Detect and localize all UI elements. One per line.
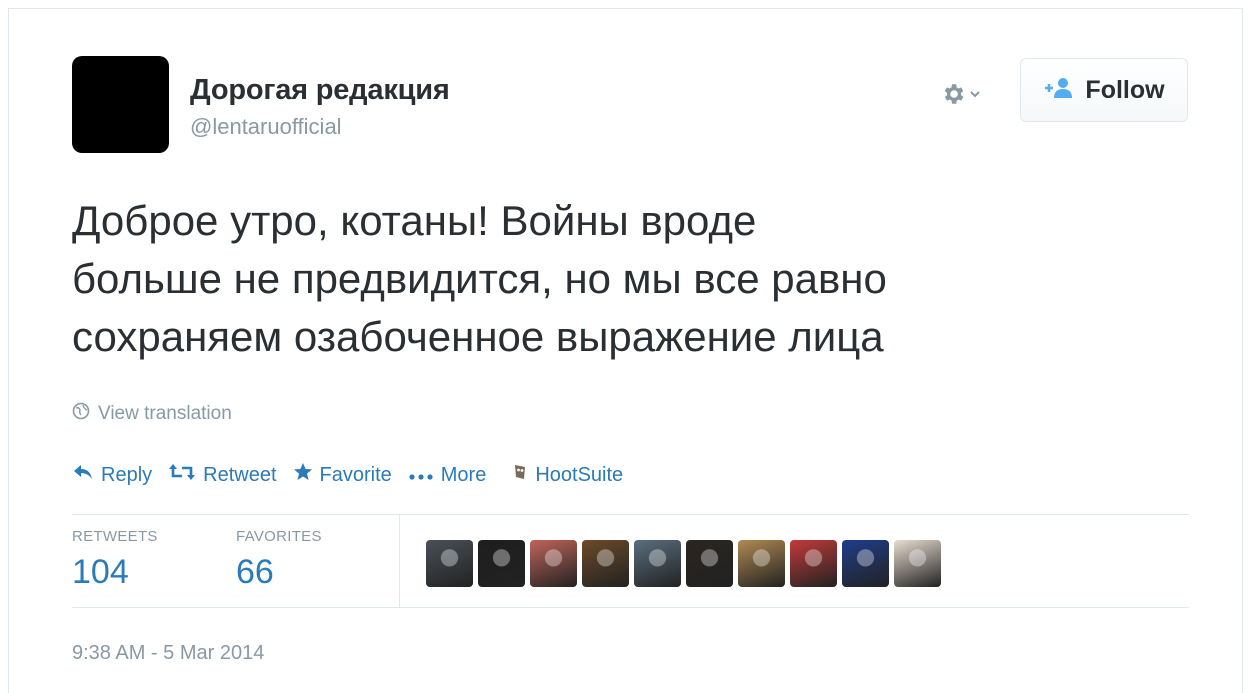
follow-button-label: Follow xyxy=(1085,75,1165,104)
more-action[interactable]: More xyxy=(408,463,487,487)
hootsuite-action[interactable]: HootSuite xyxy=(512,463,623,487)
author-handle[interactable]: @lentaruofficial xyxy=(190,114,342,140)
retweets-stat-label: RETWEETS xyxy=(72,528,158,545)
retweet-action[interactable]: Retweet xyxy=(168,463,277,487)
reply-action[interactable]: Reply xyxy=(72,463,152,487)
favoriter-avatar[interactable] xyxy=(478,540,525,587)
retweets-count: 104 xyxy=(72,553,129,591)
stats-divider-top xyxy=(72,514,1189,515)
view-translation-link[interactable]: View translation xyxy=(72,402,232,426)
author-display-name[interactable]: Дорогая редакция xyxy=(190,74,450,107)
add-user-icon xyxy=(1043,76,1075,105)
user-actions-menu[interactable] xyxy=(940,80,996,112)
hootsuite-icon xyxy=(512,463,528,487)
favoriter-avatar[interactable] xyxy=(634,540,681,587)
reply-label: Reply xyxy=(101,463,153,486)
more-label: More xyxy=(440,463,487,486)
stats-divider-bottom xyxy=(72,607,1189,608)
favoriter-avatar[interactable] xyxy=(790,540,837,587)
globe-icon xyxy=(72,402,90,426)
reply-icon xyxy=(72,463,94,487)
retweets-stat[interactable]: RETWEETS 104 xyxy=(72,528,158,592)
retweet-label: Retweet xyxy=(203,463,277,486)
favoriter-avatar[interactable] xyxy=(582,540,629,587)
chevron-down-icon xyxy=(968,87,982,106)
retweet-icon xyxy=(168,463,196,487)
favoriter-avatar[interactable] xyxy=(686,540,733,587)
follow-button[interactable]: Follow xyxy=(1020,58,1188,122)
favoriter-avatar[interactable] xyxy=(894,540,941,587)
favorite-action[interactable]: Favorite xyxy=(293,462,392,488)
gear-icon xyxy=(940,81,966,112)
tweet-actions: Reply Retweet Favorite More HootSuite xyxy=(72,462,623,488)
favorites-count: 66 xyxy=(236,553,274,591)
view-translation-label: View translation xyxy=(98,403,232,424)
favoriter-avatars xyxy=(426,540,941,587)
more-dots-icon xyxy=(408,464,434,487)
tweet-timestamp[interactable]: 9:38 AM - 5 Mar 2014 xyxy=(72,642,264,665)
favoriter-avatar[interactable] xyxy=(738,540,785,587)
favoriter-avatar[interactable] xyxy=(842,540,889,587)
hootsuite-label: HootSuite xyxy=(535,463,624,486)
avatar[interactable] xyxy=(72,56,169,153)
favorites-stat[interactable]: FAVORITES 66 xyxy=(236,528,322,592)
star-icon xyxy=(293,462,313,488)
favoriter-avatar[interactable] xyxy=(426,540,473,587)
favoriter-avatar[interactable] xyxy=(530,540,577,587)
favorite-label: Favorite xyxy=(319,463,392,486)
tweet-text: Доброе утро, котаны! Войны вроде больше … xyxy=(72,197,887,360)
favorites-stat-label: FAVORITES xyxy=(236,528,322,545)
stats-divider-vertical xyxy=(399,515,400,607)
